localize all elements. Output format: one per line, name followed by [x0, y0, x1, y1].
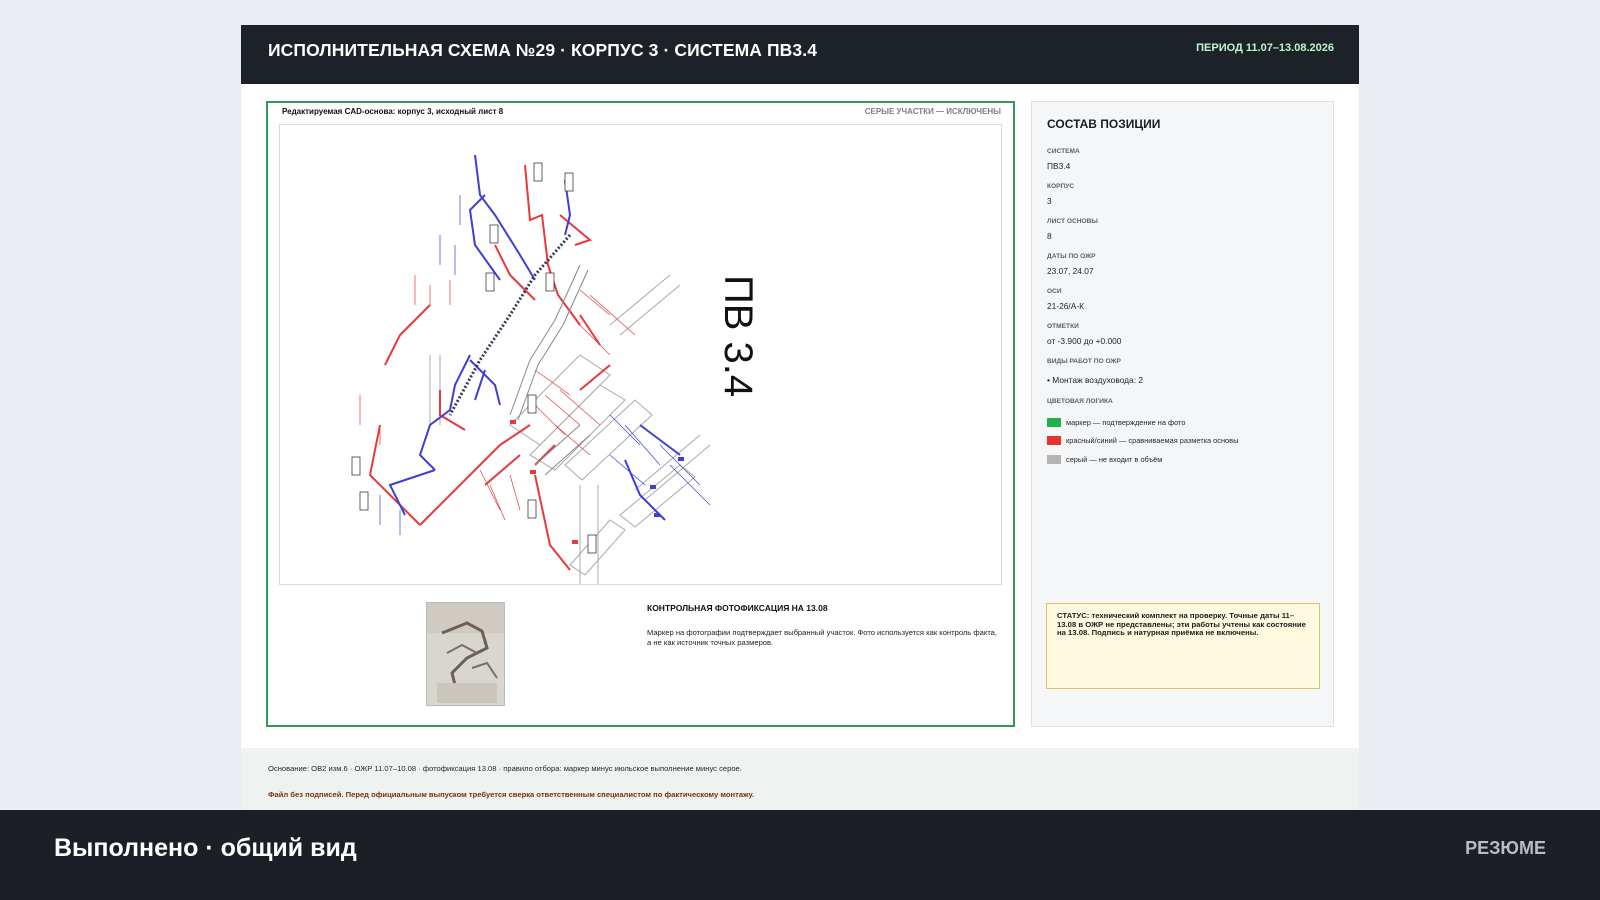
legend-item-green: маркер — подтверждение на фото [1047, 418, 1185, 427]
field-axes: ОСИ 21-26/А-К [1047, 288, 1084, 311]
field-label: ОСИ [1047, 288, 1062, 295]
field-value: 8 [1047, 231, 1052, 241]
legend-item-red-blue: красный/синий — сравниваемая разметка ос… [1047, 436, 1238, 445]
legend-text: маркер — подтверждение на фото [1066, 418, 1186, 427]
cad-base-caption: Редактируемая CAD-основа: корпус 3, исхо… [282, 107, 504, 116]
period-label: ПЕРИОД 11.07–13.08.2026 [1196, 42, 1334, 54]
control-photo[interactable] [426, 602, 505, 706]
signature-warning: Файл без подписей. Перед официальным вып… [268, 790, 755, 799]
trunk-gray [509, 264, 591, 476]
cad-drawing[interactable]: ПВ 3.4 [279, 124, 1002, 585]
gray-swatch [1047, 455, 1061, 464]
field-label: ЛИСТ ОСНОВЫ [1047, 218, 1098, 225]
field-value: 3 [1047, 196, 1052, 206]
status-note: СТАТУС: технический комплект на проверку… [1046, 603, 1320, 689]
field-value: ПВ3.4 [1047, 161, 1071, 171]
field-value: • Монтаж воздуховода: 2 [1047, 375, 1144, 385]
field-work-types: ВИДЫ РАБОТ ПО ОЖР • Монтаж воздуховода: … [1047, 358, 1143, 385]
footnote-band: Основание: ОВ2 изм.6 · ОЖР 11.07–10.08 ·… [241, 748, 1359, 810]
field-label: КОРПУС [1047, 183, 1075, 190]
ventilation-isometric: ПВ 3.4 [351, 154, 760, 584]
field-ozhr-dates: ДАТЫ ПО ОЖР 23.07, 24.07 [1047, 253, 1096, 276]
field-system: СИСТЕМА ПВ3.4 [1047, 148, 1080, 171]
photo-image [427, 603, 504, 705]
field-elevations: ОТМЕТКИ от -3.900 до +0.000 [1047, 323, 1121, 346]
legend-text: красный/синий — сравниваемая разметка ос… [1066, 436, 1239, 445]
red-swatch [1047, 436, 1061, 445]
gray-excluded-ducts [429, 274, 711, 584]
legend-block: ЦВЕТОВАЯ ЛОГИКА [1047, 398, 1113, 405]
field-building: КОРПУС 3 [1047, 183, 1074, 206]
green-swatch [1047, 418, 1061, 427]
photo-caption-text: Маркер на фотографии подтверждает выбран… [647, 628, 997, 647]
bottom-bar: Выполнено · общий вид РЕЗЮМЕ [0, 810, 1600, 900]
slide-title: Выполнено · общий вид [54, 834, 357, 862]
field-value: 23.07, 24.07 [1047, 266, 1094, 276]
field-value: 21-26/А-К [1047, 301, 1085, 311]
panel-title: СОСТАВ ПОЗИЦИИ [1047, 117, 1161, 131]
cad-drawing-frame: Редактируемая CAD-основа: корпус 3, исхо… [266, 101, 1015, 727]
field-label: ДАТЫ ПО ОЖР [1047, 253, 1096, 260]
field-base-sheet: ЛИСТ ОСНОВЫ 8 [1047, 218, 1098, 241]
position-panel: СОСТАВ ПОЗИЦИИ СИСТЕМА ПВ3.4 КОРПУС 3 ЛИ… [1031, 101, 1334, 727]
photo-caption-title: КОНТРОЛЬНАЯ ФОТОФИКСАЦИЯ НА 13.08 [647, 603, 828, 613]
field-label: ВИДЫ РАБОТ ПО ОЖР [1047, 358, 1121, 365]
legend-item-gray: серый — не входит в объём [1047, 455, 1162, 464]
sheet-header: ИСПОЛНИТЕЛЬНАЯ СХЕМА №29 · КОРПУС 3 · СИ… [241, 25, 1359, 84]
summary-link[interactable]: РЕЗЮМЕ [1465, 838, 1546, 859]
system-label: ПВ 3.4 [716, 275, 760, 397]
field-label: ОТМЕТКИ [1047, 323, 1079, 330]
drawing-sheet: ИСПОЛНИТЕЛЬНАЯ СХЕМА №29 · КОРПУС 3 · СИ… [241, 25, 1359, 810]
red-markers [510, 420, 578, 544]
basis-note: Основание: ОВ2 изм.6 · ОЖР 11.07–10.08 ·… [268, 764, 742, 773]
legend-title: ЦВЕТОВАЯ ЛОГИКА [1047, 398, 1113, 405]
field-value: от -3.900 до +0.000 [1047, 336, 1122, 346]
sheet-title: ИСПОЛНИТЕЛЬНАЯ СХЕМА №29 · КОРПУС 3 · СИ… [268, 40, 818, 60]
legend-text: серый — не входит в объём [1066, 455, 1163, 464]
excluded-note: СЕРЫЕ УЧАСТКИ — ИСКЛЮЧЕНЫ [864, 107, 1001, 116]
field-label: СИСТЕМА [1047, 148, 1080, 155]
blue-base-ducts [388, 154, 681, 521]
